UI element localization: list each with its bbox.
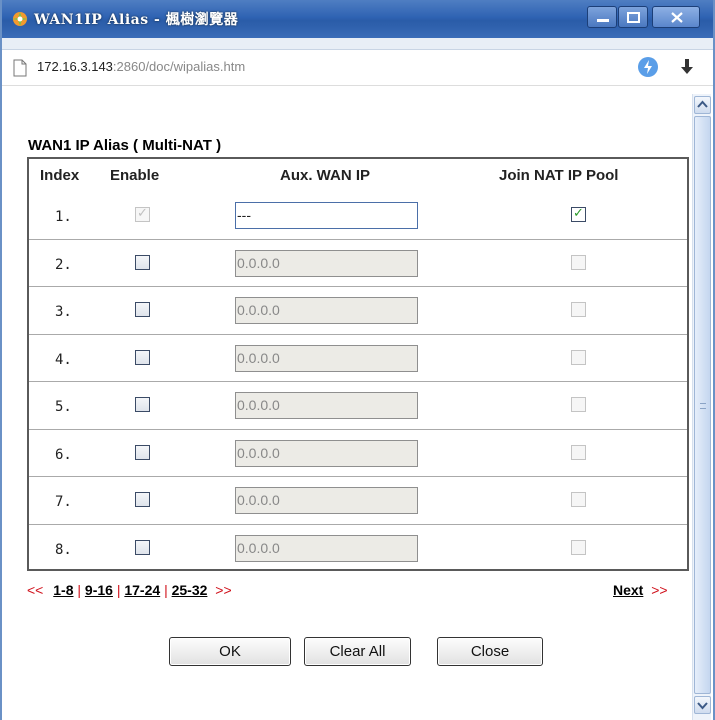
table-row: 5. 0.0.0.0 xyxy=(29,382,687,430)
address-bar[interactable]: 172.16.3.143:2860/doc/wipalias.htm xyxy=(2,50,713,86)
scroll-down-button[interactable] xyxy=(694,696,711,714)
scroll-up-button[interactable] xyxy=(694,96,711,114)
row-index: 1. xyxy=(55,209,72,225)
maximize-icon xyxy=(627,12,640,23)
pager-next-arrows: >> xyxy=(215,582,232,598)
join-nat-pool-checkbox xyxy=(571,302,586,317)
minimize-icon xyxy=(597,19,609,22)
chevron-down-icon xyxy=(697,702,708,710)
ip-alias-table: Index Enable Aux. WAN IP Join NAT IP Poo… xyxy=(27,157,689,571)
scroll-thumb[interactable] xyxy=(694,116,711,694)
enable-checkbox[interactable] xyxy=(135,397,150,412)
row-index: 7. xyxy=(55,494,72,510)
download-icon[interactable] xyxy=(678,56,696,78)
enable-checkbox: ✓ xyxy=(135,205,150,222)
checkmark-icon: ✓ xyxy=(573,205,584,220)
close-button[interactable]: Close xyxy=(437,637,543,666)
table-row: 2. 0.0.0.0 xyxy=(29,240,687,287)
page-link-25-32[interactable]: 25-32 xyxy=(172,582,208,598)
vertical-scrollbar[interactable] xyxy=(692,94,711,720)
url-path: :2860/doc/wipalias.htm xyxy=(112,59,246,74)
grip-icon xyxy=(700,403,706,409)
window-title: WAN1IP Alias - 楓樹瀏覽器 xyxy=(34,12,239,28)
row-index: 5. xyxy=(55,399,72,415)
page-link-17-24[interactable]: 17-24 xyxy=(124,582,160,598)
table-row: 1. ✓ --- ✓ xyxy=(29,192,687,240)
row-index: 2. xyxy=(55,256,72,273)
title-bar: WAN1IP Alias - 楓樹瀏覽器 xyxy=(2,0,713,38)
page-icon xyxy=(13,59,27,77)
next-arrow: >> xyxy=(651,582,668,598)
join-nat-pool-checkbox xyxy=(571,492,586,507)
table-row: 8. 0.0.0.0 xyxy=(29,525,687,573)
aux-wan-ip-input: 0.0.0.0 xyxy=(235,297,418,324)
next-page-link[interactable]: Next xyxy=(613,582,643,598)
aux-wan-ip-input: 0.0.0.0 xyxy=(235,534,418,562)
row-index: 3. xyxy=(55,304,72,320)
row-index: 8. xyxy=(55,541,72,558)
aux-wan-ip-input: 0.0.0.0 xyxy=(235,392,418,419)
minimize-button[interactable] xyxy=(587,6,617,28)
ok-button[interactable]: OK xyxy=(169,637,291,666)
column-header-join-nat-ip-pool: Join NAT IP Pool xyxy=(499,167,619,184)
join-nat-pool-checkbox xyxy=(571,539,586,555)
clear-all-button[interactable]: Clear All xyxy=(304,637,411,666)
page-content: WAN1 IP Alias ( Multi-NAT ) Index Enable… xyxy=(2,94,692,720)
aux-wan-ip-input: 0.0.0.0 xyxy=(235,249,418,277)
enable-checkbox[interactable] xyxy=(135,492,150,507)
column-header-index: Index xyxy=(40,167,80,184)
enable-checkbox[interactable] xyxy=(135,444,150,460)
browser-logo-icon xyxy=(12,12,28,26)
page-link-9-16[interactable]: 9-16 xyxy=(85,582,113,598)
page-navigation: << 1-8 | 9-16 | 17-24 | 25-32 >> xyxy=(27,582,232,598)
enable-checkbox[interactable] xyxy=(135,349,150,365)
enable-checkbox[interactable] xyxy=(135,254,150,270)
lightning-icon xyxy=(644,60,652,74)
maximize-button[interactable] xyxy=(618,6,648,28)
table-row: 6. 0.0.0.0 xyxy=(29,430,687,477)
table-row: 4. 0.0.0.0 xyxy=(29,335,687,382)
join-nat-pool-checkbox[interactable]: ✓ xyxy=(571,205,586,222)
chevron-up-icon xyxy=(697,100,708,108)
close-icon xyxy=(671,12,683,23)
aux-wan-ip-input: 0.0.0.0 xyxy=(235,487,418,514)
url-text[interactable]: 172.16.3.143:2860/doc/wipalias.htm xyxy=(37,59,245,74)
join-nat-pool-checkbox xyxy=(571,254,586,270)
close-window-button[interactable] xyxy=(652,6,700,28)
page-link-1-8[interactable]: 1-8 xyxy=(53,582,73,598)
aux-wan-ip-input: 0.0.0.0 xyxy=(235,439,418,467)
page-title: WAN1 IP Alias ( Multi-NAT ) xyxy=(28,137,222,154)
browser-window: WAN1IP Alias - 楓樹瀏覽器 172.16.3.143:2860/d… xyxy=(0,0,715,720)
checkmark-icon: ✓ xyxy=(137,205,148,220)
row-index: 4. xyxy=(55,351,72,368)
column-header-enable: Enable xyxy=(110,167,160,184)
aux-wan-ip-input[interactable]: --- xyxy=(235,202,418,229)
table-row: 7. 0.0.0.0 xyxy=(29,477,687,525)
row-index: 6. xyxy=(55,446,72,463)
join-nat-pool-checkbox xyxy=(571,397,586,412)
next-page-control: Next >> xyxy=(613,582,668,598)
table-row: 3. 0.0.0.0 xyxy=(29,287,687,335)
enable-checkbox[interactable] xyxy=(135,539,150,555)
aux-wan-ip-input: 0.0.0.0 xyxy=(235,344,418,372)
column-header-aux-wan-ip: Aux. WAN IP xyxy=(280,167,371,184)
tab-strip xyxy=(2,38,713,50)
speed-mode-icon[interactable] xyxy=(638,57,658,77)
pager-prev-arrows: << xyxy=(27,582,44,598)
join-nat-pool-checkbox xyxy=(571,349,586,365)
join-nat-pool-checkbox xyxy=(571,444,586,460)
enable-checkbox[interactable] xyxy=(135,302,150,317)
url-host: 172.16.3.143 xyxy=(37,59,113,74)
